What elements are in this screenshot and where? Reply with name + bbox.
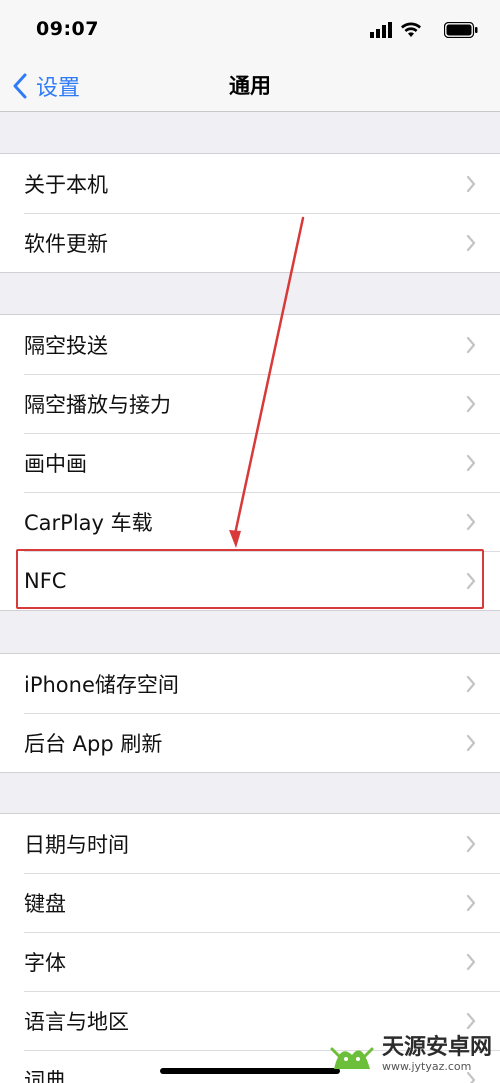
status-time: 09:07 bbox=[36, 18, 99, 40]
chevron-right-icon bbox=[466, 1012, 476, 1030]
chevron-right-icon bbox=[466, 234, 476, 252]
watermark-text: 天源安卓网 www.jytyaz.com bbox=[382, 1036, 492, 1074]
status-icons bbox=[358, 20, 478, 40]
row-iphone-storage[interactable]: iPhone储存空间 bbox=[0, 654, 500, 713]
settings-group-storage: iPhone储存空间 后台 App 刷新 bbox=[0, 653, 500, 773]
chevron-right-icon bbox=[466, 894, 476, 912]
chevron-right-icon bbox=[466, 395, 476, 413]
chevron-right-icon bbox=[466, 454, 476, 472]
status-bar: 09:07 bbox=[0, 0, 500, 60]
row-background-refresh[interactable]: 后台 App 刷新 bbox=[0, 713, 500, 772]
row-label: 隔空投送 bbox=[24, 333, 108, 358]
chevron-right-icon bbox=[466, 953, 476, 971]
row-label: 软件更新 bbox=[24, 231, 108, 256]
navigation-bar: 设置 通用 bbox=[0, 60, 500, 112]
row-keyboard[interactable]: 键盘 bbox=[0, 873, 500, 932]
row-airplay-handoff[interactable]: 隔空播放与接力 bbox=[0, 374, 500, 433]
watermark-title: 天源安卓网 bbox=[381, 1035, 492, 1060]
row-label: 隔空播放与接力 bbox=[24, 392, 171, 417]
page-title: 通用 bbox=[229, 74, 271, 98]
row-label: iPhone储存空间 bbox=[24, 672, 179, 697]
row-airdrop[interactable]: 隔空投送 bbox=[0, 315, 500, 374]
chevron-right-icon bbox=[466, 175, 476, 193]
row-picture-in-picture[interactable]: 画中画 bbox=[0, 433, 500, 492]
watermark-url: www.jytyaz.com bbox=[381, 1060, 472, 1073]
row-label: 键盘 bbox=[24, 891, 66, 916]
settings-group-about: 关于本机 软件更新 bbox=[0, 153, 500, 273]
chevron-right-icon bbox=[466, 675, 476, 693]
wifi-icon bbox=[401, 22, 421, 37]
row-label: 语言与地区 bbox=[24, 1009, 129, 1034]
row-carplay[interactable]: CarPlay 车载 bbox=[0, 492, 500, 551]
battery-icon bbox=[444, 22, 478, 38]
chevron-right-icon bbox=[466, 734, 476, 752]
chevron-right-icon bbox=[466, 835, 476, 853]
row-label: 字体 bbox=[24, 950, 66, 975]
nfc-highlight-box bbox=[16, 549, 484, 609]
home-indicator bbox=[160, 1068, 340, 1074]
row-label: 画中画 bbox=[24, 451, 87, 476]
row-date-time[interactable]: 日期与时间 bbox=[0, 814, 500, 873]
row-software-update[interactable]: 软件更新 bbox=[0, 213, 500, 272]
chevron-right-icon bbox=[466, 513, 476, 531]
row-label: 后台 App 刷新 bbox=[24, 731, 163, 756]
row-fonts[interactable]: 字体 bbox=[0, 932, 500, 991]
row-about-device[interactable]: 关于本机 bbox=[0, 154, 500, 213]
chevron-right-icon bbox=[466, 336, 476, 354]
android-logo-icon bbox=[330, 1047, 374, 1069]
row-label: CarPlay 车载 bbox=[24, 510, 153, 535]
row-label: 词典 bbox=[24, 1068, 66, 1083]
signal-icon bbox=[370, 22, 392, 38]
row-label: 日期与时间 bbox=[24, 832, 129, 857]
row-label: 关于本机 bbox=[24, 172, 108, 197]
watermark: 天源安卓网 www.jytyaz.com bbox=[326, 1033, 492, 1077]
